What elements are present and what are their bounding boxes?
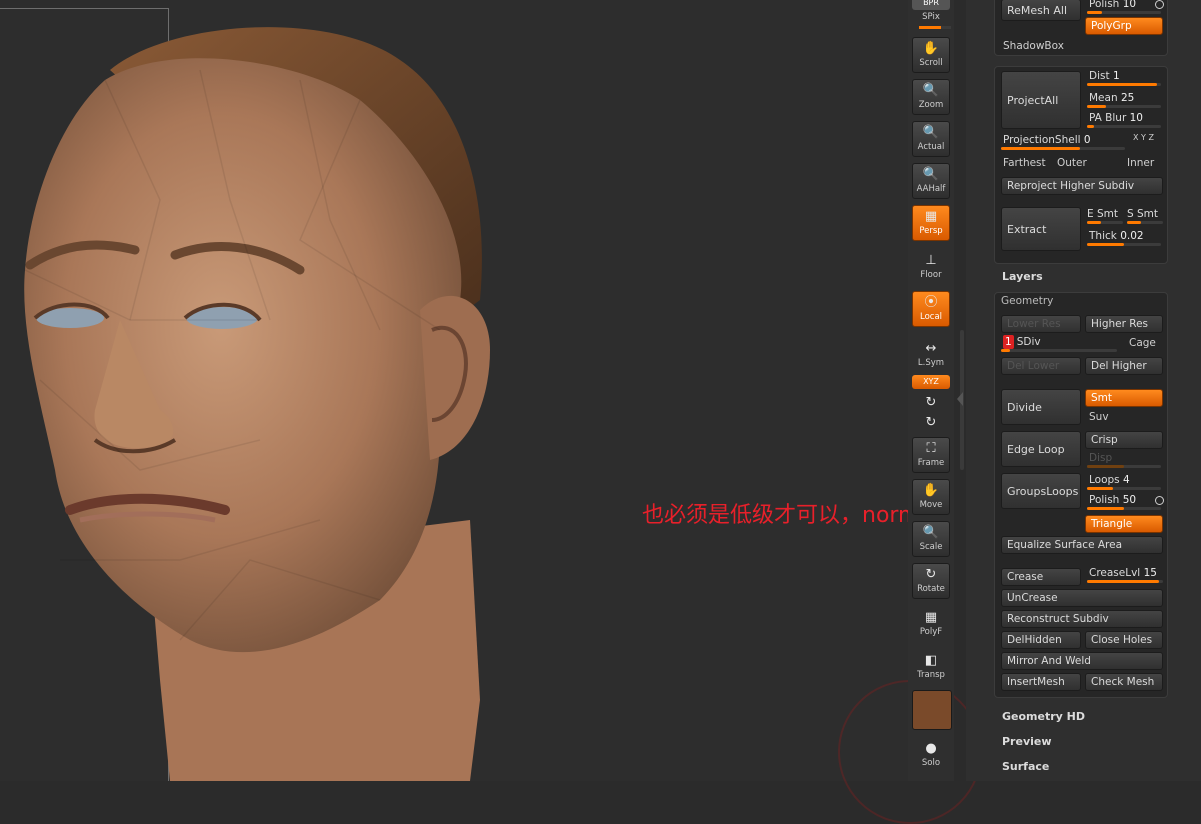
- mirror-and-weld-button[interactable]: Mirror And Weld: [1001, 652, 1163, 670]
- polish-50-slider[interactable]: Polish 50: [1085, 493, 1163, 511]
- disp-slider[interactable]: Disp: [1085, 451, 1163, 469]
- rotate-button[interactable]: ↻ Rotate: [912, 563, 950, 599]
- close-holes-button[interactable]: Close Holes: [1085, 631, 1163, 649]
- outer-option[interactable]: Outer: [1057, 157, 1087, 169]
- symmetry-icon: ↔: [925, 341, 937, 356]
- projection-group: ProjectAll Dist 1 Mean 25 PA Blur 10 Pro…: [994, 66, 1168, 264]
- polyf-button[interactable]: ▦ PolyF: [912, 607, 950, 643]
- solo-icon: ●: [925, 741, 937, 756]
- floor-button[interactable]: ⊥ Floor: [912, 250, 950, 286]
- rotate-z-icon: ↻: [925, 415, 937, 430]
- smt-toggle[interactable]: Smt: [1085, 389, 1163, 407]
- edge-loop-button[interactable]: Edge Loop: [1001, 431, 1081, 467]
- loops-slider[interactable]: Loops 4: [1085, 473, 1163, 491]
- delhidden-button[interactable]: DelHidden: [1001, 631, 1081, 649]
- local-icon: ⦿: [924, 295, 938, 310]
- projection-shell-slider[interactable]: ProjectionShell 0: [999, 133, 1127, 151]
- polish-toggle-icon[interactable]: [1155, 0, 1164, 9]
- mean-slider[interactable]: Mean 25: [1085, 91, 1163, 109]
- crease-button[interactable]: Crease: [1001, 568, 1081, 586]
- check-mesh-button[interactable]: Check Mesh: [1085, 673, 1163, 691]
- thick-slider[interactable]: Thick 0.02: [1085, 229, 1163, 247]
- pa-blur-slider[interactable]: PA Blur 10: [1085, 111, 1163, 129]
- del-lower-button[interactable]: Del Lower: [1001, 357, 1081, 375]
- floor-icon: ⊥: [925, 253, 937, 268]
- viewport-canvas[interactable]: [0, 0, 982, 824]
- inner-option[interactable]: Inner: [1127, 157, 1154, 169]
- move-button[interactable]: ✋ Move: [912, 479, 950, 515]
- cage-button[interactable]: Cage: [1129, 337, 1156, 349]
- aahalf-button[interactable]: 🔍 AAHalf: [912, 163, 950, 199]
- uncrease-button[interactable]: UnCrease: [1001, 589, 1163, 607]
- grid-icon: ▦: [924, 209, 938, 224]
- actual-button[interactable]: 🔍 Actual: [912, 121, 950, 157]
- scale-button[interactable]: 🔍 Scale: [912, 521, 950, 557]
- geometry-header[interactable]: Geometry: [1001, 295, 1053, 307]
- preview-section[interactable]: Preview: [1002, 735, 1052, 748]
- frame-icon: ⛶: [926, 441, 936, 456]
- persp-button[interactable]: ▦ Persp: [912, 205, 950, 241]
- tool-palette: ReMesh All Polish 10 PolyGrp ShadowBox P…: [966, 0, 1201, 781]
- xyz-axis-label[interactable]: X Y Z: [1133, 133, 1154, 142]
- spix-slider[interactable]: SPix: [912, 12, 951, 34]
- reconstruct-subdiv-button[interactable]: Reconstruct Subdiv: [1001, 610, 1163, 628]
- rotate-y-icon: ↻: [925, 395, 937, 410]
- spix-track: [919, 26, 951, 29]
- polish-toggle-icon[interactable]: [1155, 496, 1164, 505]
- frame-button[interactable]: ⛶ Frame: [912, 437, 950, 473]
- magnifier-icon: 🔍: [922, 167, 940, 182]
- magnifier-icon: 🔍: [922, 83, 940, 98]
- geometry-hd-section[interactable]: Geometry HD: [1002, 710, 1085, 723]
- crease-level-slider[interactable]: CreaseLvl 15: [1085, 566, 1165, 584]
- surface-section[interactable]: Surface: [1002, 760, 1049, 773]
- collapse-arrow-icon[interactable]: [957, 392, 963, 406]
- hand-icon: ✋: [922, 483, 940, 498]
- rotate-icon: ↻: [925, 567, 937, 582]
- scroll-button[interactable]: ✋ Scroll: [912, 37, 950, 73]
- bpr-button[interactable]: BPR: [912, 0, 950, 10]
- dist-slider[interactable]: Dist 1: [1085, 69, 1163, 87]
- magnifier-icon: 🔍: [922, 125, 940, 140]
- transparency-icon: ◧: [924, 653, 938, 668]
- remesh-all-button[interactable]: ReMesh All: [1001, 0, 1081, 21]
- polish-slider[interactable]: Polish 10: [1085, 0, 1163, 15]
- lower-res-button[interactable]: Lower Res: [1001, 315, 1081, 333]
- rotate-axis-icons[interactable]: ↻ ↻: [912, 392, 950, 430]
- right-shelf: BPR SPix ✋ Scroll 🔍 Zoom 🔍 Actual 🔍 AAHa…: [908, 0, 954, 781]
- lsym-button[interactable]: ↔ L.Sym: [912, 338, 950, 374]
- polyframe-icon: ▦: [924, 610, 938, 625]
- higher-res-button[interactable]: Higher Res: [1085, 315, 1163, 333]
- material-swatch[interactable]: [912, 690, 952, 730]
- divide-button[interactable]: Divide: [1001, 389, 1081, 425]
- triangle-toggle[interactable]: Triangle: [1085, 515, 1163, 533]
- extract-button[interactable]: Extract: [1001, 207, 1081, 251]
- projectall-button[interactable]: ProjectAll: [1001, 71, 1081, 129]
- zoom-button[interactable]: 🔍 Zoom: [912, 79, 950, 115]
- annotation-text: 也必须是低级才可以，normal: [642, 503, 940, 528]
- xyz-button[interactable]: XYZ: [912, 375, 950, 389]
- equalize-surface-area-button[interactable]: Equalize Surface Area: [1001, 536, 1163, 554]
- head-model[interactable]: [0, 0, 908, 781]
- farthest-option[interactable]: Farthest: [1003, 157, 1046, 169]
- e-smt-slider[interactable]: E Smt: [1085, 207, 1125, 225]
- del-higher-button[interactable]: Del Higher: [1085, 357, 1163, 375]
- shadowbox-label[interactable]: ShadowBox: [1003, 40, 1064, 52]
- hand-icon: ✋: [922, 41, 940, 56]
- solo-button[interactable]: ● Solo: [912, 738, 950, 774]
- transp-button[interactable]: ◧ Transp: [912, 650, 950, 686]
- groups-loops-button[interactable]: GroupsLoops: [1001, 473, 1081, 509]
- s-smt-slider[interactable]: S Smt: [1125, 207, 1165, 225]
- geometry-group: Geometry Lower Res Higher Res 1 SDiv Cage…: [994, 292, 1168, 698]
- local-button[interactable]: ⦿ Local: [912, 291, 950, 327]
- layers-section[interactable]: Layers: [1002, 270, 1043, 283]
- insertmesh-button[interactable]: InsertMesh: [1001, 673, 1081, 691]
- polygrp-button[interactable]: PolyGrp: [1085, 17, 1163, 35]
- crisp-toggle[interactable]: Crisp: [1085, 431, 1163, 449]
- magnifier-icon: 🔍: [922, 525, 940, 540]
- sdiv-slider[interactable]: 1 SDiv: [999, 335, 1119, 353]
- reproject-higher-subdiv-button[interactable]: Reproject Higher Subdiv: [1001, 177, 1163, 195]
- suv-toggle[interactable]: Suv: [1089, 411, 1109, 423]
